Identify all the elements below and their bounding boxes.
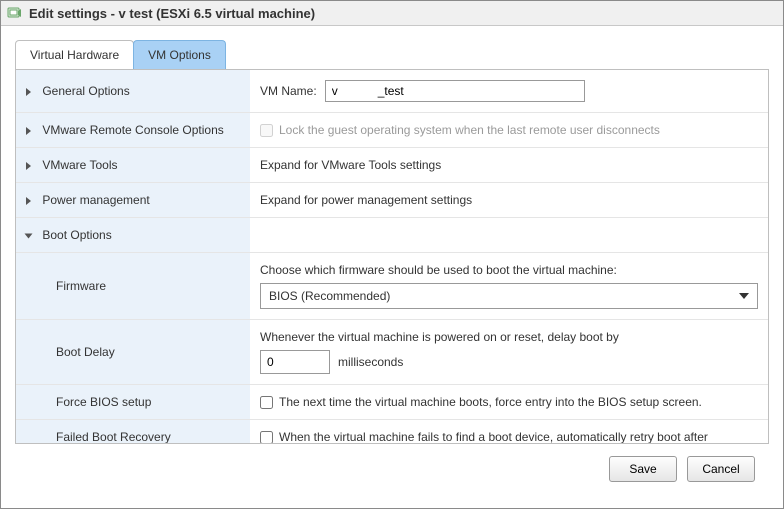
firmware-label: Firmware — [56, 279, 106, 293]
force-bios-checkbox[interactable] — [260, 396, 273, 409]
tab-virtual-hardware[interactable]: Virtual Hardware — [15, 40, 134, 69]
row-force-bios: Force BIOS setup The next time the virtu… — [16, 385, 768, 420]
row-failed-boot: Failed Boot Recovery When the virtual ma… — [16, 420, 768, 444]
force-bios-label: Force BIOS setup — [56, 395, 151, 409]
firmware-selected: BIOS (Recommended) — [269, 289, 390, 303]
dialog-footer: Save Cancel — [15, 444, 769, 494]
firmware-select[interactable]: BIOS (Recommended) — [260, 283, 758, 309]
chevron-right-icon[interactable] — [26, 127, 31, 135]
row-general-options: General Options VM Name: — [16, 70, 768, 113]
boot-delay-input[interactable] — [260, 350, 330, 374]
power-management-label: Power management — [42, 193, 149, 207]
vm-icon — [7, 5, 23, 21]
lock-guest-checkbox — [260, 124, 273, 137]
vmware-tools-label: VMware Tools — [42, 158, 117, 172]
settings-scroll[interactable]: General Options VM Name: — [16, 70, 768, 443]
general-options-label: General Options — [42, 84, 129, 98]
chevron-down-icon[interactable] — [25, 233, 33, 238]
edit-settings-dialog: Edit settings - v test (ESXi 6.5 virtual… — [0, 0, 784, 509]
vmware-tools-value: Expand for VMware Tools settings — [260, 158, 441, 172]
boot-delay-label: Boot Delay — [56, 345, 115, 359]
vm-name-input[interactable] — [325, 80, 585, 102]
boot-delay-unit: milliseconds — [338, 355, 403, 369]
power-management-value: Expand for power management settings — [260, 193, 472, 207]
boot-delay-desc: Whenever the virtual machine is powered … — [260, 330, 758, 344]
lock-guest-text: Lock the guest operating system when the… — [279, 123, 660, 137]
row-boot-delay: Boot Delay Whenever the virtual machine … — [16, 320, 768, 385]
remote-console-label: VMware Remote Console Options — [42, 123, 223, 137]
row-vmware-tools: VMware Tools Expand for VMware Tools set… — [16, 148, 768, 183]
failed-boot-label: Failed Boot Recovery — [56, 430, 171, 443]
row-firmware: Firmware Choose which firmware should be… — [16, 253, 768, 320]
force-bios-text: The next time the virtual machine boots,… — [279, 395, 702, 409]
failed-boot-checkbox[interactable] — [260, 431, 273, 444]
tab-vm-options[interactable]: VM Options — [133, 40, 226, 69]
chevron-down-icon — [739, 293, 749, 299]
dialog-titlebar: Edit settings - v test (ESXi 6.5 virtual… — [1, 1, 783, 26]
firmware-desc: Choose which firmware should be used to … — [260, 263, 758, 277]
dialog-title: Edit settings - v test (ESXi 6.5 virtual… — [29, 6, 315, 21]
row-boot-options: Boot Options — [16, 218, 768, 253]
chevron-right-icon[interactable] — [26, 88, 31, 96]
failed-boot-text: When the virtual machine fails to find a… — [279, 430, 708, 443]
row-power-management: Power management Expand for power manage… — [16, 183, 768, 218]
tab-bar: Virtual Hardware VM Options — [15, 40, 769, 69]
chevron-right-icon[interactable] — [26, 197, 31, 205]
chevron-right-icon[interactable] — [26, 162, 31, 170]
boot-options-label: Boot Options — [42, 228, 111, 242]
row-remote-console: VMware Remote Console Options Lock the g… — [16, 113, 768, 148]
settings-table: General Options VM Name: — [16, 70, 768, 443]
vm-name-label: VM Name: — [260, 84, 317, 98]
save-button[interactable]: Save — [609, 456, 677, 482]
cancel-button[interactable]: Cancel — [687, 456, 755, 482]
